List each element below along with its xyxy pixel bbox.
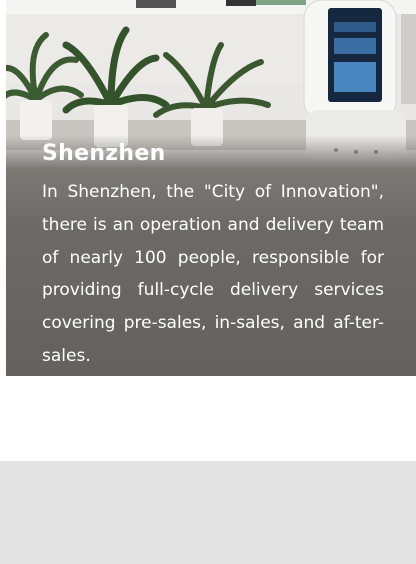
city-card: Shenzhen In Shenzhen, the "City of Innov… — [6, 0, 416, 376]
bottom-section — [0, 461, 416, 564]
city-title: Shenzhen — [42, 141, 166, 166]
city-description: In Shenzhen, the "City of Innovation", t… — [42, 182, 384, 366]
